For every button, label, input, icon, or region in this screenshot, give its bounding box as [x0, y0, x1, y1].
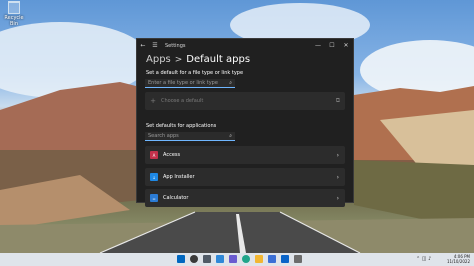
chevron-right-icon: › — [336, 173, 339, 181]
choose-default-label: Choose a default — [161, 98, 204, 104]
task-view-icon[interactable] — [203, 255, 211, 263]
apps-search-input[interactable]: Search apps ⌕ — [145, 132, 235, 141]
external-link-icon: ⧉ — [335, 97, 340, 104]
title-bar: ← ☰ Settings — ☐ ✕ — [137, 39, 353, 52]
app-installer-icon: ↓ — [150, 173, 158, 181]
breadcrumb-apps-link[interactable]: Apps — [146, 54, 171, 65]
file-explorer-icon[interactable] — [255, 255, 263, 263]
app-name: App Installer — [163, 174, 195, 180]
settings-icon[interactable] — [294, 255, 302, 263]
search-icon: ⌕ — [229, 80, 232, 86]
page-title: Default apps — [186, 54, 251, 65]
clock-date: 11/10/2022 — [446, 259, 470, 264]
clock[interactable]: 4:06 PM 11/10/2022 — [447, 254, 470, 264]
minimize-button[interactable]: — — [311, 42, 325, 49]
mail-icon[interactable] — [281, 255, 289, 263]
windows-start-icon[interactable] — [177, 255, 185, 263]
access-icon: A — [150, 151, 158, 159]
edge-icon[interactable] — [242, 255, 250, 263]
breadcrumb-separator: > — [174, 55, 183, 65]
recycle-bin-shortcut[interactable]: Recycle Bin — [2, 1, 26, 27]
app-name: Access — [163, 152, 181, 158]
maximize-button[interactable]: ☐ — [325, 42, 339, 49]
widgets-icon[interactable] — [216, 255, 224, 263]
chevron-right-icon: › — [336, 194, 339, 202]
chat-icon[interactable] — [229, 255, 237, 263]
search-icon: ⌕ — [229, 133, 232, 139]
hamburger-menu-icon[interactable]: ☰ — [149, 39, 161, 52]
app-name: Calculator — [163, 195, 189, 201]
chevron-right-icon: › — [336, 151, 339, 159]
applications-section-label: Set defaults for applications — [146, 123, 217, 129]
filetype-section-label: Set a default for a file type or link ty… — [146, 70, 244, 76]
close-button[interactable]: ✕ — [339, 42, 353, 49]
recycle-bin-icon — [8, 1, 20, 14]
filetype-search-placeholder: Enter a file type or link type — [148, 80, 218, 86]
taskbar: ⌃ ◫ ♪ 4:06 PM 11/10/2022 — [0, 253, 474, 266]
apps-search-placeholder: Search apps — [148, 133, 179, 139]
filetype-search-input[interactable]: Enter a file type or link type ⌕ — [145, 79, 235, 88]
search-icon[interactable] — [190, 255, 198, 263]
recycle-bin-label: Recycle Bin — [4, 15, 24, 27]
back-arrow-icon[interactable]: ← — [137, 39, 149, 52]
system-tray[interactable]: ⌃ ◫ ♪ — [416, 256, 431, 262]
breadcrumb: Apps > Default apps — [137, 54, 353, 68]
store-icon[interactable] — [268, 255, 276, 263]
window-title: Settings — [165, 42, 186, 49]
app-row-calculator[interactable]: = Calculator › — [145, 189, 345, 207]
calculator-icon: = — [150, 194, 158, 202]
plus-icon: + — [150, 97, 156, 105]
app-row-app-installer[interactable]: ↓ App Installer › — [145, 168, 345, 186]
choose-default-button[interactable]: + Choose a default ⧉ — [145, 92, 345, 110]
app-row-access[interactable]: A Access › — [145, 146, 345, 164]
